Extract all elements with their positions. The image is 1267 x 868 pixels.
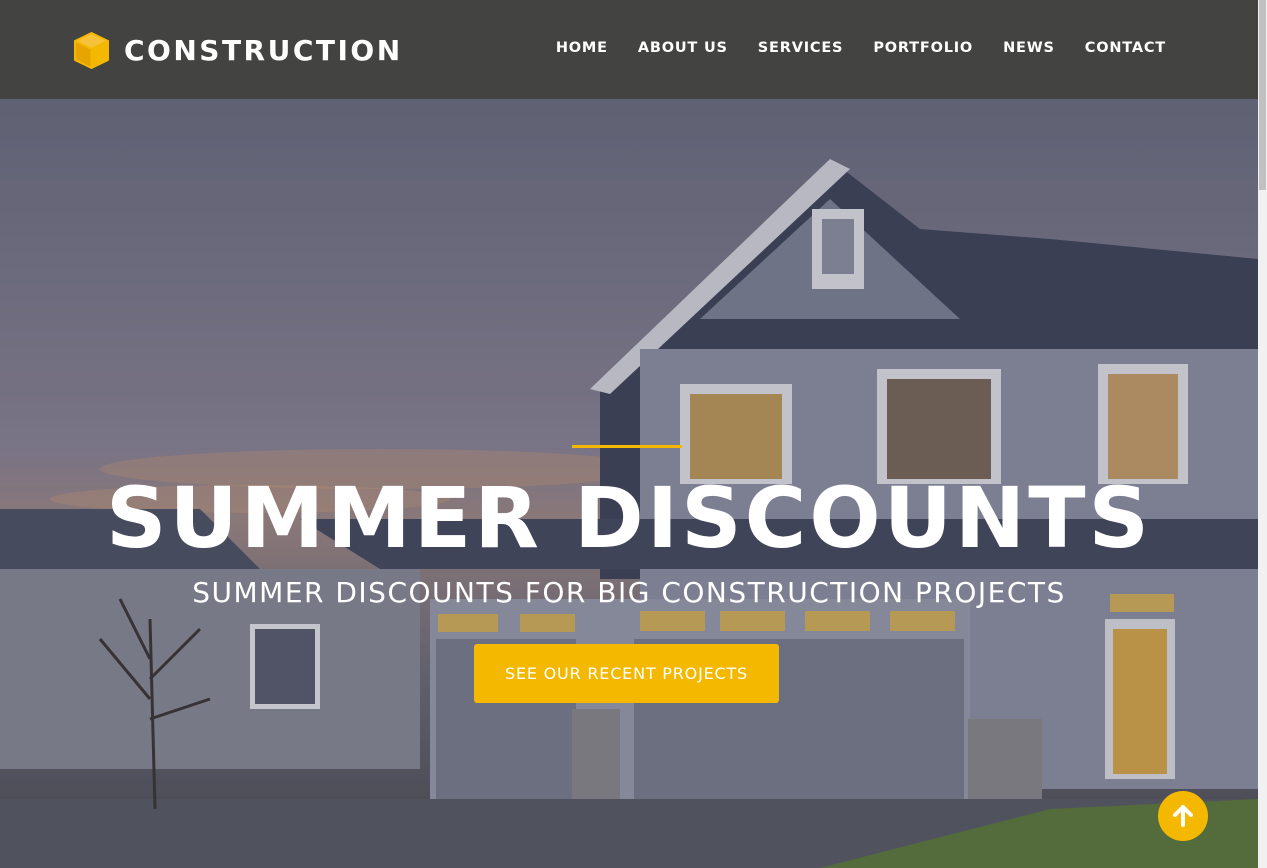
main-nav: HOME ABOUT US SERVICES PORTFOLIO NEWS CO… [556,40,1166,56]
arrow-up-icon [1173,805,1193,827]
nav-contact[interactable]: CONTACT [1085,40,1166,56]
scrollbar-thumb[interactable] [1259,0,1266,190]
see-recent-projects-button[interactable]: SEE OUR RECENT PROJECTS [474,644,779,703]
scroll-to-top-button[interactable] [1158,791,1208,841]
hero-subtitle: SUMMER DISCOUNTS FOR BIG CONSTRUCTION PR… [192,576,1066,609]
logo[interactable]: CONSTRUCTION [73,31,403,70]
nav-home[interactable]: HOME [556,40,608,56]
cube-icon [74,32,109,69]
hero-title: SUMMER DISCOUNTS [105,469,1153,567]
site-header: CONSTRUCTION HOME ABOUT US SERVICES PORT… [0,0,1258,99]
hero-section: SUMMER DISCOUNTS SUMMER DISCOUNTS FOR BI… [0,99,1258,868]
nav-services[interactable]: SERVICES [758,40,844,56]
brand-name: CONSTRUCTION [124,34,403,67]
accent-divider [572,445,682,448]
page-scrollbar[interactable] [1258,0,1267,868]
nav-about-us[interactable]: ABOUT US [638,40,728,56]
nav-portfolio[interactable]: PORTFOLIO [873,40,973,56]
nav-news[interactable]: NEWS [1003,40,1055,56]
